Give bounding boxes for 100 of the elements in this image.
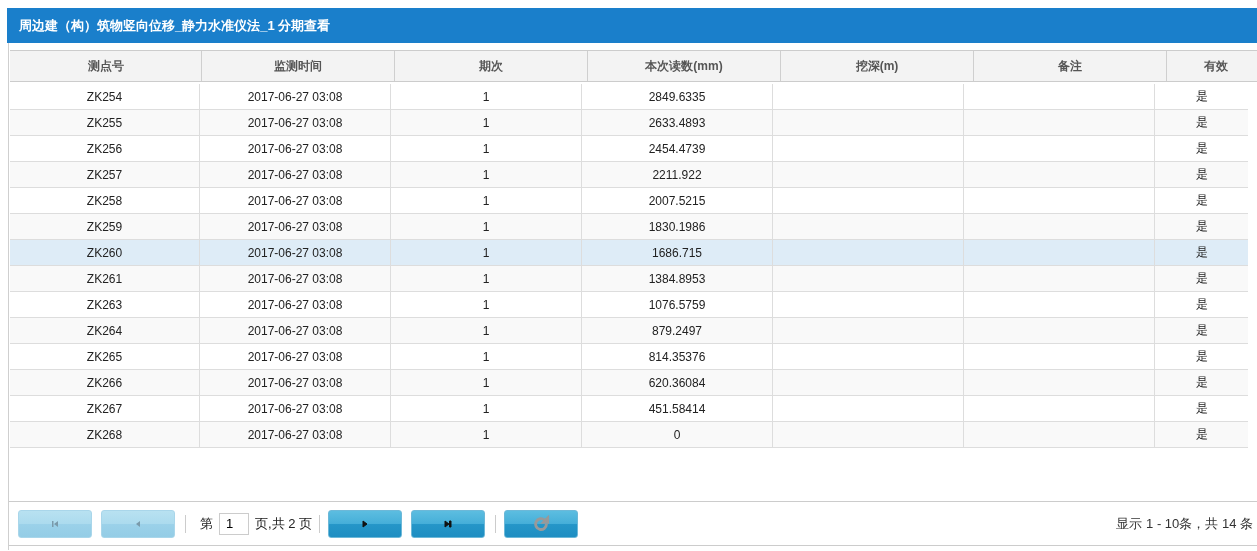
table-cell: 2007.5215 xyxy=(582,188,773,213)
column-header[interactable]: 监测时间 xyxy=(202,51,395,81)
table-cell: 879.2497 xyxy=(582,318,773,343)
table-cell: 1 xyxy=(391,110,582,135)
table-row[interactable]: ZK256 2017-06-27 03:08 1 2454.4739 是 xyxy=(10,136,1248,162)
table-row[interactable]: ZK254 2017-06-27 03:08 1 2849.6335 是 xyxy=(10,84,1248,110)
table-cell: 2017-06-27 03:08 xyxy=(200,136,391,161)
page-number-field[interactable]: 1 xyxy=(219,512,249,535)
table-row[interactable]: ZK263 2017-06-27 03:08 1 1076.5759 是 xyxy=(10,292,1248,318)
page-count-label: 页,共 2 页 xyxy=(255,514,313,533)
table-cell: 2017-06-27 03:08 xyxy=(200,422,391,447)
table-cell: 1830.1986 xyxy=(582,214,773,239)
table-cell: 1 xyxy=(391,396,582,421)
table-cell-text: 是 xyxy=(1195,400,1209,417)
column-header[interactable]: 本次读数(mm) xyxy=(588,51,781,81)
column-header[interactable]: 期次 xyxy=(395,51,588,81)
table-row[interactable]: ZK266 2017-06-27 03:08 1 620.36084 是 xyxy=(10,370,1248,396)
table-cell: 1 xyxy=(391,318,582,343)
table-cell: 1 xyxy=(391,188,582,213)
table-cell: 1384.8953 xyxy=(582,266,773,291)
table-cell: 2017-06-27 03:08 xyxy=(200,110,391,135)
table-cell: 2017-06-27 03:08 xyxy=(200,188,391,213)
table-row[interactable]: ZK258 2017-06-27 03:08 1 2007.5215 是 xyxy=(10,188,1248,214)
table-cell: ZK260 xyxy=(10,240,200,265)
table-cell-text: 是 xyxy=(1195,296,1209,313)
table-cell-text: 是 xyxy=(1195,348,1209,365)
table-row[interactable]: ZK261 2017-06-27 03:08 1 1384.8953 是 xyxy=(10,266,1248,292)
table-cell-text: 是 xyxy=(1195,166,1209,183)
table-cell: 2017-06-27 03:08 xyxy=(200,370,391,395)
table-cell: ZK267 xyxy=(10,396,200,421)
table-cell: ZK266 xyxy=(10,370,200,395)
table-cell: ZK265 xyxy=(10,344,200,369)
table-cell: 620.36084 xyxy=(582,370,773,395)
table-cell: 1 xyxy=(391,214,582,239)
table-cell: 2017-06-27 03:08 xyxy=(200,292,391,317)
table-cell-text: 是 xyxy=(1195,244,1209,261)
table-cell-text: 是 xyxy=(1195,218,1209,235)
table-cell: ZK257 xyxy=(10,162,200,187)
page-label: 第 xyxy=(200,514,213,533)
table-cell: 1 xyxy=(391,84,582,109)
table-cell: 2017-06-27 03:08 xyxy=(200,162,391,187)
table-row[interactable]: ZK265 2017-06-27 03:08 1 814.35376 是 xyxy=(10,344,1248,370)
table-cell: 814.35376 xyxy=(582,344,773,369)
record-count-label: 显示 1 - 10条，共 14 条 xyxy=(1116,514,1253,533)
table-cell: 2017-06-27 03:08 xyxy=(200,240,391,265)
table-cell: ZK258 xyxy=(10,188,200,213)
column-header[interactable]: 测点号 xyxy=(10,51,202,81)
table-row[interactable]: ZK255 2017-06-27 03:08 1 2633.4893 是 xyxy=(10,110,1248,136)
table-cell: 2211.922 xyxy=(582,162,773,187)
table-cell: ZK254 xyxy=(10,84,200,109)
table-cell-text: 是 xyxy=(1195,270,1209,287)
table-cell: 1 xyxy=(391,344,582,369)
refresh-button[interactable] xyxy=(504,509,579,538)
table-cell: 2017-06-27 03:08 xyxy=(200,344,391,369)
table-cell: ZK264 xyxy=(10,318,200,343)
table-cell: 1 xyxy=(391,240,582,265)
table-cell: 1 xyxy=(391,136,582,161)
table-row[interactable]: ZK268 2017-06-27 03:08 1 0 是 xyxy=(10,422,1248,448)
table-cell: ZK268 xyxy=(10,422,200,447)
next-page-button[interactable] xyxy=(328,509,403,538)
table-cell-text: 是 xyxy=(1195,322,1209,339)
table-cell: 2017-06-27 03:08 xyxy=(200,266,391,291)
table-cell: ZK255 xyxy=(10,110,200,135)
table-cell: 1 xyxy=(391,422,582,447)
column-header[interactable]: 备注 xyxy=(974,51,1167,81)
table-row[interactable]: ZK264 2017-06-27 03:08 1 879.2497 是 xyxy=(10,318,1248,344)
table-cell: 451.58414 xyxy=(582,396,773,421)
table-cell-text: 是 xyxy=(1195,192,1209,209)
table-cell: ZK256 xyxy=(10,136,200,161)
window-title: 周边建（构）筑物竖向位移_静力水准仪法_1 分期查看 xyxy=(19,16,331,35)
table-cell-text: 是 xyxy=(1195,140,1209,157)
table-cell: 1 xyxy=(391,266,582,291)
last-page-icon xyxy=(443,518,454,529)
table-cell: 2017-06-27 03:08 xyxy=(200,214,391,239)
refresh-icon xyxy=(532,514,551,533)
table-row[interactable]: ZK259 2017-06-27 03:08 1 1830.1986 是 xyxy=(10,214,1248,240)
last-page-button[interactable] xyxy=(411,509,486,538)
table-row[interactable]: ZK260 2017-06-27 03:08 1 1686.715 是 xyxy=(10,240,1248,266)
table-cell-text: 是 xyxy=(1195,114,1209,131)
table-cell-text: 是 xyxy=(1195,88,1209,105)
table-cell-text: 是 xyxy=(1195,426,1209,443)
table-cell: 2849.6335 xyxy=(582,84,773,109)
table-row[interactable]: ZK267 2017-06-27 03:08 1 451.58414 是 xyxy=(10,396,1248,422)
table-row[interactable]: ZK257 2017-06-27 03:08 1 2211.922 是 xyxy=(10,162,1248,188)
table-cell: ZK263 xyxy=(10,292,200,317)
table-cell: 1686.715 xyxy=(582,240,773,265)
table-cell: 2454.4739 xyxy=(582,136,773,161)
first-page-icon xyxy=(50,518,60,529)
table-cell: 1 xyxy=(391,370,582,395)
table-cell-text: 是 xyxy=(1195,374,1209,391)
table-cell: 1 xyxy=(391,162,582,187)
table-cell: ZK259 xyxy=(10,214,200,239)
table-cell: 1 xyxy=(391,292,582,317)
table-cell: 0 xyxy=(582,422,773,447)
table-cell: 2017-06-27 03:08 xyxy=(200,84,391,109)
column-header[interactable]: 有效 xyxy=(1167,51,1257,81)
table-cell: ZK261 xyxy=(10,266,200,291)
table-cell: 2017-06-27 03:08 xyxy=(200,396,391,421)
column-header[interactable]: 挖深(m) xyxy=(781,51,974,81)
table-cell: 1076.5759 xyxy=(582,292,773,317)
